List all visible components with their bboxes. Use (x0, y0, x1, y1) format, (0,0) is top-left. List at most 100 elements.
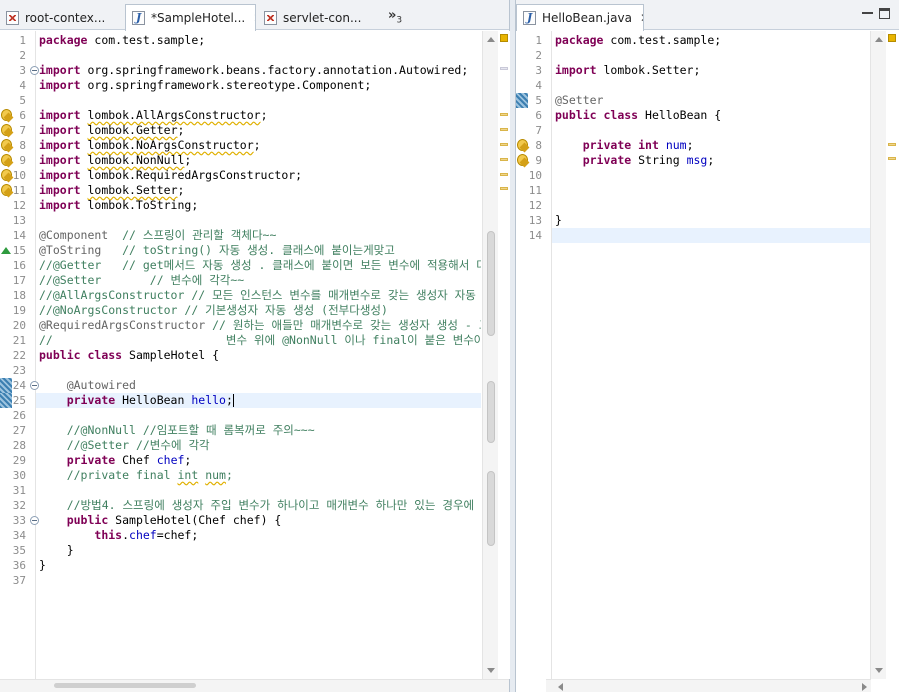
scroll-right-icon[interactable] (862, 683, 867, 691)
maximize-icon[interactable] (879, 7, 890, 19)
code-line[interactable]: private Chef chef; (36, 453, 481, 468)
code-line[interactable]: // 변수 위에 @NonNull 이나 final이 붙은 변수아 (36, 333, 481, 348)
minimize-icon[interactable] (862, 12, 873, 14)
right-overview-ruler[interactable] (886, 31, 898, 679)
scroll-thumb[interactable] (54, 683, 196, 688)
left-code-area[interactable]: package com.test.sample; import org.sprin… (36, 31, 481, 679)
code-line[interactable] (552, 48, 871, 63)
scroll-up-icon[interactable] (875, 37, 883, 42)
overview-marker[interactable] (500, 173, 508, 176)
warning-lightbulb-icon[interactable] (1, 124, 12, 136)
tab-servlet-context[interactable]: servlet-con... (258, 5, 380, 30)
code-line[interactable] (36, 483, 481, 498)
code-line[interactable]: import lombok.RequiredArgsConstructor; (36, 168, 481, 183)
code-line[interactable]: private String msg; (552, 153, 871, 168)
code-line[interactable] (36, 408, 481, 423)
warning-lightbulb-icon[interactable] (1, 154, 12, 166)
code-line[interactable]: import lombok.ToString; (36, 198, 481, 213)
code-line[interactable]: import lombok.NonNull; (36, 153, 481, 168)
code-line[interactable] (552, 198, 871, 213)
code-line[interactable]: import lombok.Getter; (36, 123, 481, 138)
code-line[interactable]: //@Setter //변수에 각각 (36, 438, 481, 453)
code-line[interactable] (36, 93, 481, 108)
override-arrow-icon[interactable] (1, 247, 11, 254)
right-code-area[interactable]: package com.test.sample; import lombok.Se… (552, 31, 871, 679)
code-line[interactable] (552, 228, 871, 243)
code-line[interactable]: //@NonNull //임포트할 때 롬복꺼로 주의~~~ (36, 423, 481, 438)
code-line[interactable]: @Setter (552, 93, 871, 108)
overview-marker[interactable] (500, 158, 508, 161)
right-horizontal-scrollbar[interactable] (546, 679, 871, 692)
overview-marker[interactable] (500, 67, 508, 70)
overview-marker[interactable] (500, 143, 508, 146)
code-line[interactable]: @ToString // toString() 자동 생성. 클래스에 붙이는게… (36, 243, 481, 258)
code-line[interactable]: //@Getter // get메서드 자동 생성 . 클래스에 붙이면 보든 … (36, 258, 481, 273)
code-line[interactable]: //@AllArgsConstructor // 모든 인스턴스 변수를 매개변… (36, 288, 481, 303)
warning-lightbulb-icon[interactable] (1, 139, 12, 151)
code-line[interactable]: package com.test.sample; (36, 33, 481, 48)
code-line[interactable]: import lombok.Setter; (552, 63, 871, 78)
code-line[interactable]: @Component // 스프링이 관리할 객체다~~ (36, 228, 481, 243)
scroll-left-icon[interactable] (558, 683, 563, 691)
warning-summary-icon[interactable] (888, 34, 896, 42)
left-vertical-scrollbar[interactable] (482, 31, 498, 679)
code-line[interactable]: } (36, 543, 481, 558)
code-line[interactable] (36, 363, 481, 378)
scroll-up-icon[interactable] (487, 37, 495, 42)
code-line[interactable]: this.chef=chef; (36, 528, 481, 543)
tab-hello-bean[interactable]: HelloBean.java ✕ (516, 4, 644, 31)
code-line[interactable]: import lombok.Setter; (36, 183, 481, 198)
right-code-editor[interactable]: 1 2 3 4 5 6 7 8 9 10 11 12 13 14 package com.test.sam… (516, 31, 871, 679)
warning-lightbulb-icon[interactable] (517, 139, 528, 151)
left-horizontal-scrollbar[interactable] (0, 679, 509, 692)
tab-root-context[interactable]: root-contex... (0, 5, 125, 30)
warning-summary-icon[interactable] (500, 34, 508, 42)
code-line[interactable] (552, 168, 871, 183)
code-line[interactable]: import org.springframework.beans.factory… (36, 63, 481, 78)
code-line[interactable]: import org.springframework.stereotype.Co… (36, 78, 481, 93)
overview-marker[interactable] (888, 157, 896, 160)
code-line[interactable]: import lombok.AllArgsConstructor; (36, 108, 481, 123)
code-line[interactable]: public class SampleHotel { (36, 348, 481, 363)
overview-marker[interactable] (500, 187, 508, 190)
code-line[interactable]: //@NoArgsConstructor // 기본생성자 자동 생성 (전부다… (36, 303, 481, 318)
close-icon[interactable]: ✕ (253, 11, 255, 25)
left-code-editor[interactable]: 1 2 3 4 5 6 7 8 9 10 11 12 13 14 15 16 17 18 19 20 21 22 23 24 2… (0, 31, 481, 679)
close-icon[interactable]: ✕ (640, 11, 643, 25)
scroll-down-icon[interactable] (875, 668, 883, 673)
warning-lightbulb-icon[interactable] (517, 154, 528, 166)
code-line[interactable] (552, 78, 871, 93)
code-line[interactable]: //방법4. 스프링에 생성자 주입 변수가 하나이고 매개변수 하나만 있는 … (36, 498, 481, 513)
warning-lightbulb-icon[interactable] (1, 184, 12, 196)
code-line[interactable] (552, 183, 871, 198)
tab-overflow-button[interactable]: »3 (388, 8, 402, 26)
code-line[interactable]: @RequiredArgsConstructor // 원하는 애들만 매개변수… (36, 318, 481, 333)
code-line[interactable] (36, 213, 481, 228)
warning-lightbulb-icon[interactable] (1, 109, 12, 121)
code-line[interactable]: public class HelloBean { (552, 108, 871, 123)
code-line[interactable]: private int num; (552, 138, 871, 153)
overview-marker[interactable] (500, 128, 508, 131)
code-line[interactable] (552, 123, 871, 138)
occurrence-marker-icon[interactable] (0, 378, 12, 393)
overview-marker[interactable] (888, 143, 896, 146)
code-line[interactable]: //private final int num; (36, 468, 481, 483)
scroll-thumb[interactable] (487, 381, 495, 443)
code-line[interactable]: private HelloBean hello; (36, 393, 481, 408)
scroll-thumb[interactable] (487, 231, 495, 336)
code-line[interactable]: } (552, 213, 871, 228)
right-vertical-scrollbar[interactable] (870, 31, 886, 679)
code-line[interactable]: package com.test.sample; (552, 33, 871, 48)
code-line[interactable]: @Autowired (36, 378, 481, 393)
code-line[interactable] (36, 48, 481, 63)
occurrence-marker-icon[interactable] (0, 393, 12, 408)
code-line[interactable]: } (36, 558, 481, 573)
scroll-down-icon[interactable] (487, 668, 495, 673)
tab-sample-hotel[interactable]: *SampleHotel... ✕ (125, 4, 256, 31)
occurrence-marker-icon[interactable] (516, 93, 528, 108)
scroll-thumb[interactable] (487, 471, 495, 546)
left-overview-ruler[interactable] (498, 31, 510, 679)
code-line[interactable]: public SampleHotel(Chef chef) { (36, 513, 481, 528)
code-line[interactable] (36, 573, 481, 588)
code-line[interactable]: import lombok.NoArgsConstructor; (36, 138, 481, 153)
